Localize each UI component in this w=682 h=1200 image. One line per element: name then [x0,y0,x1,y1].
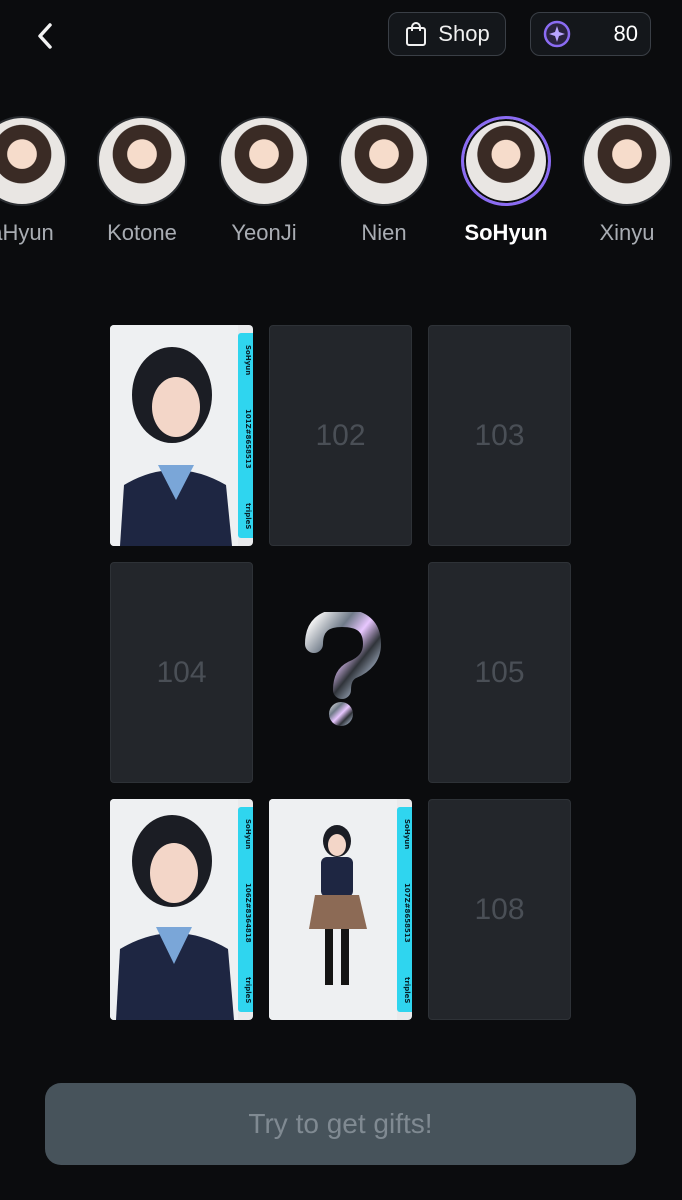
avatar [461,116,551,206]
objekt-slot-102[interactable]: 102 [269,325,412,546]
avatar [339,116,429,206]
slot-number: 102 [315,418,366,452]
objekt-slot-108[interactable]: 108 [428,799,571,1020]
objekt-card-107[interactable]: SoHyun 107Z#8658513 tripleS [269,799,412,1020]
card-brand: tripleS [244,503,252,530]
objekt-card-106[interactable]: SoHyun 106Z#8364818 tripleS [110,799,253,1020]
member-name: Kotone [107,220,177,245]
objekt-slot-104[interactable]: 104 [110,562,253,783]
slot-number: 104 [156,655,207,689]
cta-label: Try to get gifts! [248,1108,433,1139]
member-photo [110,325,238,546]
card-brand: tripleS [244,977,252,1004]
avatar [97,116,187,206]
question-mark-icon[interactable] [296,612,386,732]
member-name: aHyun [0,220,54,245]
slot-number: 103 [474,418,525,452]
card-info-strip: SoHyun 107Z#8658513 tripleS [397,807,412,1012]
member-name: Xinyu [599,220,655,245]
card-brand: tripleS [403,977,411,1004]
card-serial: 107Z#8658513 [403,883,411,943]
avatar [219,116,309,206]
objekt-card-101[interactable]: SoHyun 101Z#8658513 tripleS [110,325,253,546]
member-name: YeonJi [231,220,297,245]
card-serial: 101Z#8658513 [244,409,252,469]
card-info-strip: SoHyun 106Z#8364818 tripleS [238,807,253,1012]
card-serial: 106Z#8364818 [244,883,252,943]
member-ahyun[interactable]: aHyun [0,116,70,246]
member-sohyun[interactable]: SoHyun [458,116,554,246]
objekt-slot-103[interactable]: 103 [428,325,571,546]
card-member-name: SoHyun [244,819,252,850]
member-kotone[interactable]: Kotone [94,116,190,246]
member-xinyu[interactable]: Xinyu [579,116,675,246]
back-button[interactable] [28,18,64,54]
slot-number: 108 [474,892,525,926]
member-photo [110,799,238,1020]
objekt-slot-105[interactable]: 105 [428,562,571,783]
member-photo [269,799,397,1020]
member-yeonji[interactable]: YeonJi [216,116,312,246]
shopping-bag-icon [406,22,427,46]
avatar [0,116,67,206]
avatar [582,116,672,206]
card-member-name: SoHyun [244,345,252,376]
coin-count: 80 [613,21,638,46]
shop-button[interactable]: Shop [388,12,506,56]
member-name: Nien [361,220,407,245]
member-name: SoHyun [464,220,548,245]
star-coin-icon [543,20,571,48]
member-selector: aHyun Kotone YeonJi Nien SoHyun Xinyu [0,116,682,256]
member-nien[interactable]: Nien [336,116,432,246]
chevron-left-icon [38,23,52,49]
coin-balance[interactable]: 80 [530,12,651,56]
card-member-name: SoHyun [403,819,411,850]
card-info-strip: SoHyun 101Z#8658513 tripleS [238,333,253,538]
try-gifts-button[interactable]: Try to get gifts! [45,1083,636,1165]
slot-number: 105 [474,655,525,689]
shop-label: Shop [438,21,490,46]
